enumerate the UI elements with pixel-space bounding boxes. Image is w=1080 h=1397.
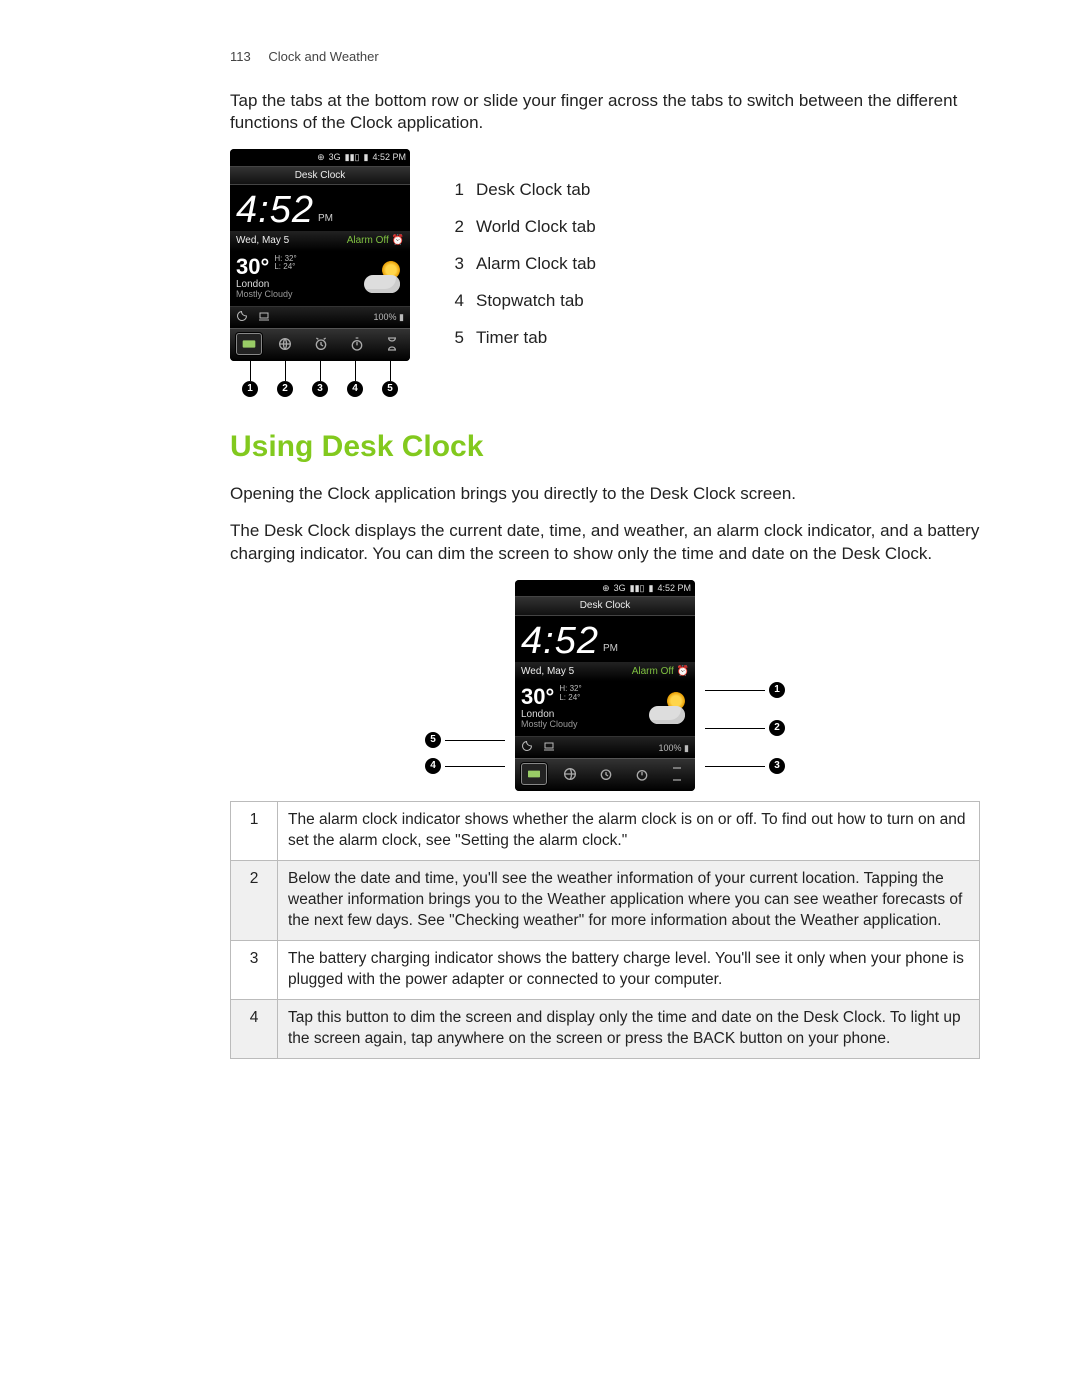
dock-icon[interactable] bbox=[258, 310, 270, 325]
phone-screenshot: ⊕ 3G ▮▮▯ ▮ 4:52 PM Desk Clock 4:52 PM We… bbox=[230, 149, 410, 360]
section-heading: Using Desk Clock bbox=[230, 427, 980, 468]
callout-2: 2 bbox=[769, 720, 785, 736]
callout-5: 5 bbox=[382, 381, 398, 397]
running-header: 113 Clock and Weather bbox=[230, 48, 980, 66]
status-clock: 4:52 PM bbox=[657, 582, 691, 594]
explanation-text: The battery charging indicator shows the… bbox=[278, 941, 980, 1000]
callout-3: 3 bbox=[312, 381, 328, 397]
gps-icon: ⊕ bbox=[602, 582, 610, 594]
battery-indicator: 100% ▮ bbox=[374, 311, 404, 323]
callout-1: 1 bbox=[242, 381, 258, 397]
figure-tabs: ⊕ 3G ▮▮▯ ▮ 4:52 PM Desk Clock 4:52 PM We… bbox=[230, 149, 980, 396]
dock-icon[interactable] bbox=[543, 740, 555, 755]
clock-time: 4:52 bbox=[236, 191, 314, 229]
desk-clock-tab[interactable] bbox=[521, 763, 547, 785]
clock-ampm: PM bbox=[318, 212, 333, 230]
status-bar: ⊕ 3G ▮▮▯ ▮ 4:52 PM bbox=[515, 580, 695, 596]
explanation-text: Tap this button to dim the screen and di… bbox=[278, 999, 980, 1058]
battery-indicator: 100% ▮ bbox=[659, 742, 689, 754]
timer-tab[interactable] bbox=[380, 334, 404, 354]
figure-desk-clock: ⊕ 3G ▮▮▯ ▮ 4:52 PM Desk Clock 4:52 PM We… bbox=[230, 580, 980, 791]
weather-hilo: H: 32°L: 24° bbox=[274, 255, 296, 273]
stopwatch-tab[interactable] bbox=[345, 334, 369, 354]
explanation-text: The alarm clock indicator shows whether … bbox=[278, 802, 980, 861]
legend-alarm-clock: Alarm Clock tab bbox=[476, 253, 596, 276]
desk-clock-para-1: Opening the Clock application brings you… bbox=[230, 483, 980, 506]
battery-icon: ▮ bbox=[364, 151, 369, 163]
weather-icon bbox=[364, 259, 404, 295]
alarm-clock-tab[interactable] bbox=[309, 334, 333, 354]
dim-button[interactable] bbox=[236, 310, 248, 325]
clock-date: Wed, May 5 bbox=[521, 665, 574, 679]
legend-timer: Timer tab bbox=[476, 327, 547, 350]
weather-panel[interactable]: 30° H: 32°L: 24° London Mostly Cloudy bbox=[230, 251, 410, 306]
screen-title: Desk Clock bbox=[230, 166, 410, 186]
world-clock-tab[interactable] bbox=[273, 334, 297, 354]
phone-screenshot-2: ⊕ 3G ▮▮▯ ▮ 4:52 PM Desk Clock 4:52 PM We… bbox=[515, 580, 695, 791]
weather-panel[interactable]: 30° H: 32°L: 24° London Mostly Cloudy bbox=[515, 681, 695, 736]
phone-with-callouts: ⊕ 3G ▮▮▯ ▮ 4:52 PM Desk Clock 4:52 PM We… bbox=[230, 149, 410, 396]
callout-4: 4 bbox=[425, 758, 441, 774]
clock-face: 4:52 PM bbox=[230, 185, 410, 231]
table-row: 2Below the date and time, you'll see the… bbox=[231, 861, 980, 941]
gps-icon: ⊕ bbox=[317, 151, 325, 163]
table-row: 1The alarm clock indicator shows whether… bbox=[231, 802, 980, 861]
timer-tab[interactable] bbox=[665, 764, 689, 784]
network-indicator: 3G bbox=[614, 582, 626, 594]
callout-3: 3 bbox=[769, 758, 785, 774]
clock-time: 4:52 bbox=[521, 622, 599, 660]
status-bar: ⊕ 3G ▮▮▯ ▮ 4:52 PM bbox=[230, 149, 410, 165]
desk-clock-tab[interactable] bbox=[236, 333, 262, 355]
signal-icon: ▮▮▯ bbox=[630, 582, 645, 594]
callout-1: 1 bbox=[769, 682, 785, 698]
page-number: 113 bbox=[230, 49, 251, 64]
manual-page: 113 Clock and Weather Tap the tabs at th… bbox=[0, 0, 1080, 1397]
dim-button[interactable] bbox=[521, 740, 533, 755]
screen-title: Desk Clock bbox=[515, 596, 695, 616]
alarm-indicator[interactable]: Alarm Off ⏰ bbox=[632, 665, 689, 679]
weather-condition: Mostly Cloudy bbox=[236, 290, 297, 300]
legend-stopwatch: Stopwatch tab bbox=[476, 290, 584, 313]
status-clock: 4:52 PM bbox=[372, 151, 406, 163]
table-row: 3The battery charging indicator shows th… bbox=[231, 941, 980, 1000]
callout-5: 5 bbox=[425, 732, 441, 748]
world-clock-tab[interactable] bbox=[558, 764, 582, 784]
network-indicator: 3G bbox=[329, 151, 341, 163]
utility-row: 100% ▮ bbox=[230, 306, 410, 328]
desk-clock-para-2: The Desk Clock displays the current date… bbox=[230, 520, 980, 566]
signal-icon: ▮▮▯ bbox=[345, 151, 360, 163]
weather-temp: 30° bbox=[236, 255, 269, 279]
section-title: Clock and Weather bbox=[268, 49, 378, 64]
clock-ampm: PM bbox=[603, 642, 618, 660]
tab-callouts: 1 2 3 4 5 bbox=[230, 361, 410, 397]
alarm-indicator[interactable]: Alarm Off ⏰ bbox=[347, 234, 404, 248]
table-row: 4Tap this button to dim the screen and d… bbox=[231, 999, 980, 1058]
date-row: Wed, May 5 Alarm Off ⏰ bbox=[230, 231, 410, 251]
explanation-text: Below the date and time, you'll see the … bbox=[278, 861, 980, 941]
alarm-clock-tab[interactable] bbox=[594, 764, 618, 784]
callout-2: 2 bbox=[277, 381, 293, 397]
clock-date: Wed, May 5 bbox=[236, 234, 289, 248]
legend-world-clock: World Clock tab bbox=[476, 216, 596, 239]
tab-legend: 1Desk Clock tab 2World Clock tab 3Alarm … bbox=[450, 179, 596, 364]
intro-paragraph: Tap the tabs at the bottom row or slide … bbox=[230, 90, 980, 136]
callout-4: 4 bbox=[347, 381, 363, 397]
tab-bar bbox=[230, 328, 410, 361]
battery-icon: ▮ bbox=[649, 582, 654, 594]
stopwatch-tab[interactable] bbox=[630, 764, 654, 784]
explanation-table: 1The alarm clock indicator shows whether… bbox=[230, 801, 980, 1058]
legend-desk-clock: Desk Clock tab bbox=[476, 179, 590, 202]
